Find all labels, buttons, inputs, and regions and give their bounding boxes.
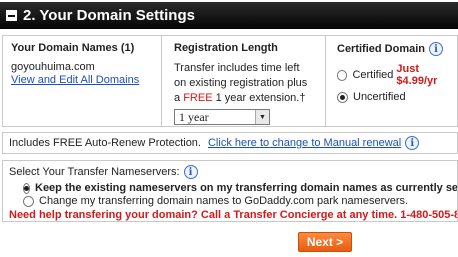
registration-line-3: a FREE 1 year extension.†	[174, 91, 325, 106]
info-icon[interactable]: i	[429, 42, 444, 56]
manual-renewal-link[interactable]: Click here to change to Manual renewal	[208, 137, 401, 149]
certified-radio[interactable]	[337, 69, 348, 81]
auto-renew-text: Includes FREE Auto-Renew Protection.	[9, 137, 201, 149]
uncertified-radio[interactable]	[337, 91, 348, 103]
certified-label: Certified	[352, 69, 394, 81]
change-nameservers-label: Change my transferring domain names to G…	[39, 195, 409, 207]
registration-length-title: Registration Length	[174, 42, 278, 54]
certified-domain-heading: Certified Domain i	[337, 42, 458, 56]
nameservers-heading: Select Your Transfer Nameservers: i	[9, 165, 457, 179]
certified-domain-title: Certified Domain	[337, 43, 426, 55]
registration-prefix: a	[174, 92, 184, 104]
nameservers-title: Select Your Transfer Nameservers:	[9, 166, 180, 178]
registration-suffix: 1 year extension.†	[212, 92, 306, 104]
section-header: 2. Your Domain Settings	[0, 2, 458, 29]
change-nameservers-radio[interactable]	[23, 195, 34, 207]
view-edit-domains-link[interactable]: View and Edit All Domains	[11, 74, 161, 86]
domain-names-column: Your Domain Names (1) goyouhuima.com Vie…	[3, 36, 161, 126]
registration-length-column: Registration Length Transfer includes ti…	[161, 36, 325, 126]
free-label: FREE	[183, 92, 213, 104]
info-icon[interactable]: i	[183, 165, 198, 179]
section-title: 2. Your Domain Settings	[23, 7, 195, 24]
certified-option[interactable]: Certified Just $4.99/yr	[337, 63, 458, 87]
auto-renew-panel: Includes FREE Auto-Renew Protection. Cli…	[2, 132, 458, 154]
transfer-help-text: Need help transfering your domain? Call …	[9, 209, 458, 221]
domain-names-title: Your Domain Names (1)	[11, 42, 135, 54]
uncertified-option[interactable]: Uncertified	[337, 91, 458, 103]
info-icon[interactable]: i	[405, 136, 420, 150]
collapse-icon[interactable]	[6, 10, 17, 21]
registration-length-select[interactable]: 1 year ▼	[174, 109, 270, 125]
domain-settings-panel: Your Domain Names (1) goyouhuima.com Vie…	[2, 35, 458, 127]
keep-nameservers-label: Keep the existing nameservers on my tran…	[35, 182, 458, 194]
certified-price: Just $4.99/yr	[396, 63, 438, 87]
next-button[interactable]: Next >	[298, 232, 352, 252]
uncertified-label: Uncertified	[353, 91, 406, 103]
registration-description: Transfer includes time left on existing …	[174, 61, 325, 106]
nameservers-panel: Select Your Transfer Nameservers: i Keep…	[2, 160, 458, 222]
domain-name: goyouhuima.com	[11, 61, 95, 73]
registration-line-1: Transfer includes time left	[174, 62, 300, 74]
keep-nameservers-radio[interactable]	[23, 182, 30, 194]
registration-line-2: on existing registration plus	[174, 77, 308, 89]
keep-nameservers-option[interactable]: Keep the existing nameservers on my tran…	[9, 182, 457, 194]
registration-length-value: 1 year	[179, 109, 209, 124]
chevron-down-icon[interactable]: ▼	[255, 110, 269, 124]
certified-domain-column: Certified Domain i Certified Just $4.99/…	[325, 36, 458, 126]
change-nameservers-option[interactable]: Change my transferring domain names to G…	[9, 195, 457, 207]
